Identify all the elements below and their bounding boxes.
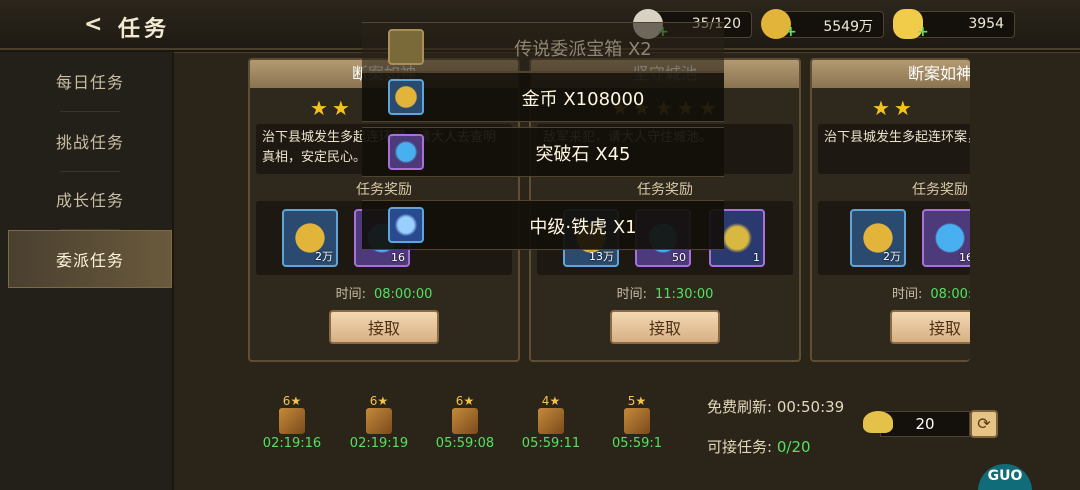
scroll-level: 6★: [282, 394, 302, 408]
time-label: 时间:: [335, 287, 366, 302]
scroll-icon: [452, 408, 478, 434]
star-rating: ★★: [872, 96, 916, 120]
avail-value: 0/20: [776, 438, 811, 456]
popup-reward-text: 金币 X108000: [521, 89, 645, 110]
reward-count: 16: [391, 251, 405, 264]
scroll-level: 6★: [455, 394, 475, 408]
popup-reward-row: 中级·铁虎 X1: [362, 200, 724, 250]
accept-button[interactable]: 接取: [329, 310, 439, 344]
gold-value: 5549万: [823, 19, 873, 35]
free-refresh-timer: 免费刷新: 00:50:39: [707, 396, 844, 417]
task-duration: 时间: 11:30:00: [531, 283, 799, 302]
refresh-label: 免费刷新:: [707, 398, 773, 416]
accept-button[interactable]: 接取: [890, 310, 970, 344]
ingot-value: 3954: [968, 16, 1004, 32]
scroll-timer: 05:59:08: [435, 436, 495, 451]
refresh-cost: 20: [880, 411, 970, 437]
scroll-icon: [366, 408, 392, 434]
task-category-sidebar: 每日任务 挑战任务 成长任务 委派任务: [0, 52, 172, 490]
add-ingot-icon[interactable]: +: [917, 24, 929, 40]
task-duration: 时间: 08:00:00: [250, 283, 518, 302]
page-title: 任务: [118, 17, 171, 42]
popup-reward-text: 突破石 X45: [535, 144, 631, 165]
scroll-icon: [624, 408, 650, 434]
reward-label: 任务奖励: [912, 182, 968, 198]
scroll-level: 5★: [627, 394, 647, 408]
gold-coin-reward-icon[interactable]: 2万: [850, 209, 906, 267]
scroll-level: 4★: [541, 394, 561, 408]
time-label: 时间:: [616, 287, 647, 302]
treasure-chest-icon: [388, 29, 424, 65]
gold-coin-icon: [388, 79, 424, 115]
scroll-timer: 05:59:1: [611, 436, 663, 451]
dispatch-scroll[interactable]: 6★ 02:19:16: [257, 394, 327, 458]
time-value: 08:00:00: [374, 287, 433, 302]
reward-count: 1: [753, 251, 760, 264]
scroll-icon: [279, 408, 305, 434]
popup-reward-row: 传说委派宝箱 X2: [362, 22, 724, 72]
gold-resource: + 5549万: [761, 9, 884, 40]
reward-count: 50: [672, 251, 686, 264]
gold-coin-reward-icon[interactable]: 2万: [282, 209, 338, 267]
task-description: 治下县城发生多起连环案，请大人去查明真相，安定民心。: [818, 124, 970, 174]
scroll-icon: [538, 408, 564, 434]
scroll-timer: 02:19:16: [262, 436, 322, 451]
dispatch-scroll[interactable]: 6★ 02:19:19: [344, 394, 414, 458]
scroll-timer: 05:59:11: [521, 436, 581, 451]
dispatch-scroll[interactable]: 4★ 05:59:11: [516, 394, 586, 458]
back-button[interactable]: <: [84, 12, 102, 37]
breakthrough-stone-icon: [388, 134, 424, 170]
time-value: 11:30:00: [655, 287, 714, 302]
available-tasks: 可接任务: 0/20: [707, 436, 811, 457]
breakthrough-stone-reward-icon[interactable]: 16: [922, 209, 970, 267]
refresh-time: 00:50:39: [776, 398, 845, 416]
tab-daily-tasks[interactable]: 每日任务: [8, 52, 172, 110]
task-card: 断案如神 ★★ 治下县城发生多起连环案，请大人去查明真相，安定民心。 任务奖励 …: [810, 58, 970, 362]
popup-reward-row: 突破石 X45: [362, 127, 724, 177]
dispatch-scroll[interactable]: 6★ 05:59:08: [430, 394, 500, 458]
tab-challenge-tasks[interactable]: 挑战任务: [8, 112, 172, 170]
tab-dispatch-tasks[interactable]: 委派任务: [8, 230, 172, 288]
reward-count: 13万: [589, 250, 614, 263]
tab-growth-tasks[interactable]: 成长任务: [8, 170, 172, 228]
iron-tiger-icon: [388, 207, 424, 243]
popup-reward-text: 传说委派宝箱 X2: [514, 39, 652, 60]
time-label: 时间:: [892, 287, 923, 302]
scroll-level: 6★: [369, 394, 389, 408]
ingot-resource: + 3954: [893, 9, 1015, 40]
dispatch-scroll[interactable]: 5★ 05:59:1: [602, 394, 672, 458]
add-gold-icon[interactable]: +: [785, 24, 797, 40]
scroll-timer: 02:19:19: [349, 436, 409, 451]
gold-ingot-icon: [863, 411, 893, 433]
reward-count: 2万: [315, 250, 333, 263]
avail-label: 可接任务:: [707, 438, 773, 456]
refresh-button[interactable]: ⟳: [970, 410, 998, 438]
time-value: 08:00:00: [930, 287, 970, 302]
task-duration: 时间: 08:00:00: [812, 283, 970, 302]
reward-list: 2万 16: [818, 201, 970, 275]
reward-count: 16: [959, 251, 970, 264]
reward-count: 2万: [883, 250, 901, 263]
accept-button[interactable]: 接取: [610, 310, 720, 344]
task-title: 断案如神: [812, 60, 970, 88]
popup-reward-row: 金币 X108000: [362, 72, 724, 122]
popup-reward-text: 中级·铁虎 X1: [529, 217, 637, 238]
reward-preview-popup: 传说委派宝箱 X2 金币 X108000 突破石 X45 中级·铁虎 X1: [362, 22, 724, 250]
